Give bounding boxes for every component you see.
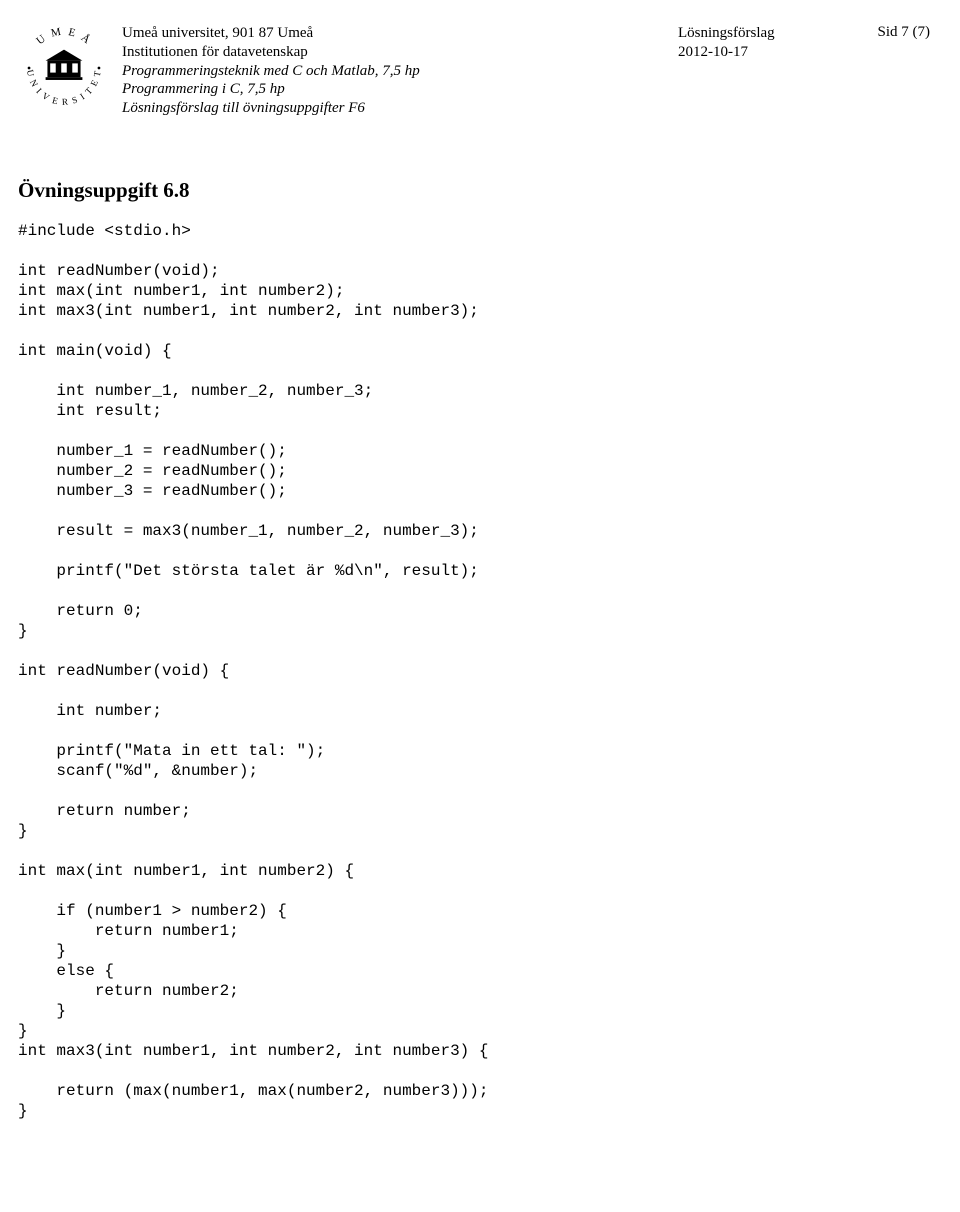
doc-type-label: Lösningsförslag	[678, 24, 838, 43]
code-block: #include <stdio.h> int readNumber(void);…	[18, 221, 930, 1121]
university-logo: U M E Å U N I V E R S I T E T	[18, 22, 110, 114]
university-name: Umeå universitet, 901 87 Umeå	[122, 24, 666, 43]
header-right-block: Lösningsförslag 2012-10-17	[678, 22, 838, 62]
course-line-1: Programmeringsteknik med C och Matlab, 7…	[122, 62, 666, 81]
course-line-2: Programmering i C, 7,5 hp	[122, 80, 666, 99]
document-subtitle: Lösningsförslag till övningsuppgifter F6	[122, 99, 666, 118]
page-number: Sid 7 (7)	[850, 22, 930, 41]
svg-text:U M E Å: U M E Å	[34, 26, 94, 48]
doc-date: 2012-10-17	[678, 43, 838, 62]
institution-name: Institutionen för datavetenskap	[122, 43, 666, 62]
exercise-title: Övningsuppgift 6.8	[18, 178, 930, 203]
logo-building-icon	[46, 50, 83, 80]
header-left-block: Umeå universitet, 901 87 Umeå Institutio…	[122, 22, 666, 118]
page-header: U M E Å U N I V E R S I T E T Umeå unive…	[18, 22, 930, 118]
document-page: U M E Å U N I V E R S I T E T Umeå unive…	[0, 0, 960, 1161]
